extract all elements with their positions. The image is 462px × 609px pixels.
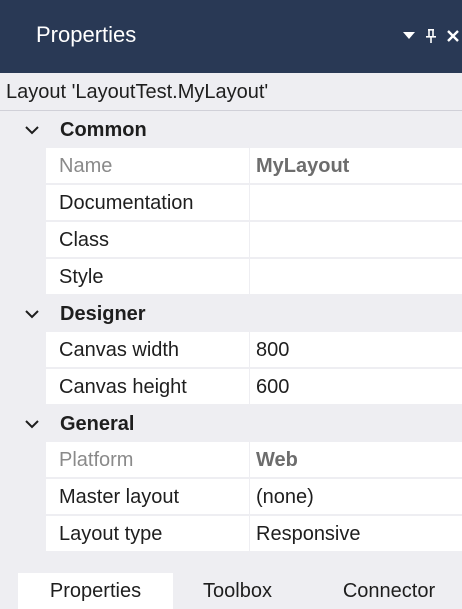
property-value[interactable]: 600 [250, 369, 462, 405]
property-row-name[interactable]: Name MyLayout [0, 148, 462, 185]
properties-panel: Properties Layout 'LayoutTest.MyLayout' [0, 0, 462, 609]
property-value[interactable] [250, 259, 462, 295]
property-name: Canvas width [46, 332, 249, 368]
property-value[interactable]: Responsive [250, 516, 462, 552]
property-row-class[interactable]: Class [0, 222, 462, 259]
close-icon[interactable] [444, 24, 462, 48]
property-name: Documentation [46, 185, 249, 221]
property-value[interactable] [250, 222, 462, 258]
property-name: Master layout [46, 479, 249, 515]
tab-toolbox[interactable]: Toolbox [175, 573, 300, 609]
tab-properties[interactable]: Properties [18, 573, 173, 609]
property-value: MyLayout [250, 148, 462, 184]
category-common[interactable]: Common [0, 112, 462, 148]
tab-connector[interactable]: Connector [316, 573, 462, 609]
chevron-down-icon[interactable] [22, 414, 42, 434]
property-name: Canvas height [46, 369, 249, 405]
category-label: Designer [60, 303, 146, 325]
property-name: Platform [46, 442, 249, 478]
property-grid: Common Name MyLayout Documentation Class… [0, 112, 462, 553]
property-name: Class [46, 222, 249, 258]
property-row-style[interactable]: Style [0, 259, 462, 296]
property-value[interactable]: (none) [250, 479, 462, 515]
dropdown-icon[interactable] [400, 24, 418, 48]
chevron-down-icon[interactable] [22, 304, 42, 324]
property-row-canvas-width[interactable]: Canvas width 800 [0, 332, 462, 369]
property-row-layout-type[interactable]: Layout type Responsive [0, 516, 462, 553]
property-row-documentation[interactable]: Documentation [0, 185, 462, 222]
selected-object-label: Layout 'LayoutTest.MyLayout' [0, 73, 462, 111]
pin-icon[interactable] [422, 24, 440, 48]
property-value: Web [250, 442, 462, 478]
category-designer[interactable]: Designer [0, 296, 462, 332]
property-value[interactable]: 800 [250, 332, 462, 368]
property-row-platform[interactable]: Platform Web [0, 442, 462, 479]
property-row-canvas-height[interactable]: Canvas height 600 [0, 369, 462, 406]
property-name: Name [46, 148, 249, 184]
tab-strip: Properties Toolbox Connector [0, 573, 462, 609]
category-label: Common [60, 119, 147, 141]
panel-titlebar[interactable]: Properties [0, 0, 462, 73]
property-name: Style [46, 259, 249, 295]
property-row-master-layout[interactable]: Master layout (none) [0, 479, 462, 516]
property-value[interactable] [250, 185, 462, 221]
category-label: General [60, 413, 135, 435]
property-name: Layout type [46, 516, 249, 552]
category-general[interactable]: General [0, 406, 462, 442]
panel-title: Properties [36, 22, 137, 47]
chevron-down-icon[interactable] [22, 120, 42, 140]
